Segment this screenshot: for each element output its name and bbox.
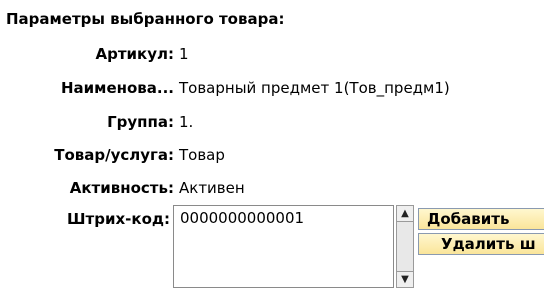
selected-item-parameters-panel: Параметры выбранного товара: Артикул: 1 … xyxy=(0,0,544,293)
type-label: Товар/услуга: xyxy=(54,146,174,164)
barcode-list-scrollbar[interactable]: ▲ ▼ xyxy=(396,205,414,288)
group-label: Группа: xyxy=(107,113,174,131)
arrow-down-icon[interactable]: ▼ xyxy=(397,271,413,287)
panel-title: Параметры выбранного товара: xyxy=(6,10,285,28)
name-value: Товарный предмет 1(Тов_предм1) xyxy=(179,79,450,97)
arrow-up-icon[interactable]: ▲ xyxy=(397,206,413,222)
barcode-list[interactable]: 0000000000001 xyxy=(173,205,394,288)
activity-label: Активность: xyxy=(69,179,174,197)
activity-value: Активен xyxy=(179,179,245,197)
delete-barcode-button[interactable]: Удалить ш xyxy=(418,233,544,255)
article-label: Артикул: xyxy=(95,45,175,63)
barcode-label: Штрих-код: xyxy=(67,210,170,228)
article-value: 1 xyxy=(179,45,189,63)
barcode-list-item[interactable]: 0000000000001 xyxy=(180,209,304,227)
group-value: 1. xyxy=(179,113,194,131)
name-label: Наименова... xyxy=(61,79,174,97)
add-barcode-button[interactable]: Добавить xyxy=(418,208,544,230)
type-value: Товар xyxy=(179,146,225,164)
